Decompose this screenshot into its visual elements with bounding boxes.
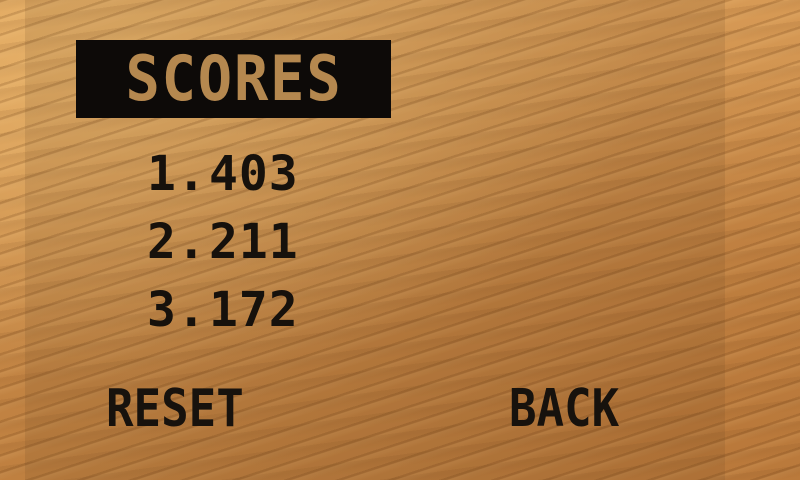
score-value: 403 xyxy=(209,146,299,202)
reset-button[interactable]: RESET xyxy=(106,383,244,435)
score-rank: 2. xyxy=(147,214,207,270)
score-value: 172 xyxy=(209,282,299,338)
score-entry: 2. 211 xyxy=(147,218,299,286)
score-value: 211 xyxy=(209,214,299,270)
back-button[interactable]: BACK xyxy=(509,383,619,435)
title-banner: SCORES xyxy=(76,40,391,118)
page-title: SCORES xyxy=(124,42,343,115)
score-entry: 1. 403 xyxy=(147,150,299,218)
score-rank: 3. xyxy=(147,282,207,338)
score-entry: 3. 172 xyxy=(147,286,299,354)
score-rank: 1. xyxy=(147,146,207,202)
high-score-list: 1. 403 2. 211 3. 172 xyxy=(147,150,299,354)
